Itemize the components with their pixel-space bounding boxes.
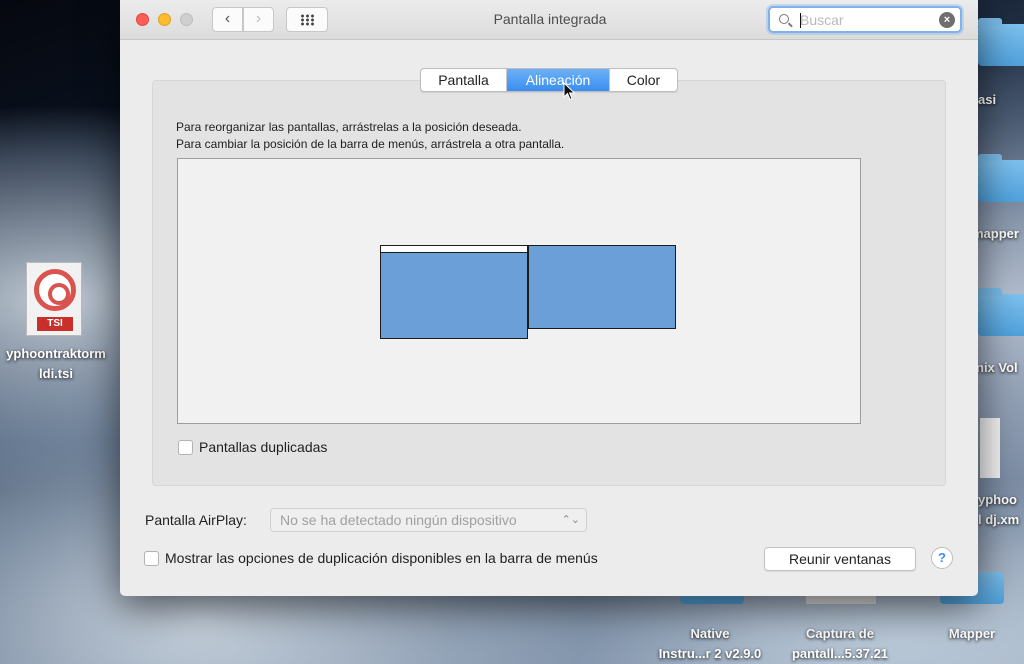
search-input[interactable] (800, 10, 938, 30)
display-arrangement-area[interactable] (177, 158, 861, 424)
desktop-folder-label[interactable]: Mapper (902, 626, 1024, 641)
menu-bar-indicator[interactable] (381, 246, 527, 253)
search-icon (779, 14, 789, 24)
tab-alineacion[interactable]: Alineación (507, 69, 609, 91)
desktop-folder-label[interactable]: nix Vol (976, 360, 1018, 375)
grid-icon (300, 14, 315, 26)
tab-pantalla[interactable]: Pantalla (421, 69, 507, 91)
mirroring-options-checkbox[interactable] (144, 551, 159, 566)
text-caret (800, 13, 801, 28)
preferences-window: ‹ › Pantalla integrada × Pantalla Alinea… (120, 0, 978, 596)
search-field[interactable]: × (768, 6, 962, 33)
display-thumbnail-main[interactable] (380, 245, 528, 339)
desktop-folder-label[interactable]: Native (640, 626, 780, 641)
airplay-selected-value: No se ha detectado ningún dispositivo (280, 512, 517, 528)
desktop-file-label[interactable]: Captura de (770, 626, 910, 641)
back-button[interactable]: ‹ (212, 7, 243, 32)
window-title: Pantalla integrada (493, 11, 607, 27)
desktop-file-label-2[interactable]: ldi.tsi (0, 366, 116, 381)
desktop-file-label[interactable]: l dj.xm (978, 512, 1019, 527)
close-window-button[interactable] (136, 13, 149, 26)
desktop-file-label[interactable]: pantall...5.37.21 (770, 646, 910, 661)
title-bar: ‹ › Pantalla integrada × (120, 0, 978, 40)
desktop-folder-icon[interactable] (978, 18, 1024, 66)
minimize-window-button[interactable] (158, 13, 171, 26)
tsi-tag: TSI (37, 317, 73, 331)
mirroring-options-label: Mostrar las opciones de duplicación disp… (165, 550, 598, 566)
forward-button[interactable]: › (243, 7, 274, 32)
zoom-window-button[interactable] (180, 13, 193, 26)
desktop-file-label[interactable]: yphoontraktorm (0, 346, 116, 361)
tab-color[interactable]: Color (609, 69, 677, 91)
gather-windows-button[interactable]: Reunir ventanas (764, 547, 916, 571)
desktop-folder-label[interactable]: asi (978, 92, 996, 107)
mirror-displays-label: Pantallas duplicadas (199, 439, 328, 455)
mouse-pointer-icon (563, 82, 576, 101)
help-button[interactable]: ? (931, 547, 953, 569)
traktor-logo-icon (34, 269, 76, 311)
menubar-instruction: Para cambiar la posición de la barra de … (176, 137, 565, 151)
desktop-folder-icon[interactable] (978, 154, 1024, 202)
clear-search-icon[interactable]: × (939, 12, 955, 28)
airplay-select[interactable]: No se ha detectado ningún dispositivo ⌃⌄ (270, 508, 587, 532)
tab-bar: Pantalla Alineación Color (420, 68, 678, 92)
chevron-updown-icon: ⌃⌄ (561, 514, 580, 526)
arrange-instruction: Para reorganizar las pantallas, arrástre… (176, 120, 522, 134)
desktop-file-label[interactable]: yphoo (978, 492, 1017, 507)
desktop-folder-icon[interactable] (978, 288, 1024, 336)
airplay-label: Pantalla AirPlay: (145, 512, 247, 528)
desktop-folder-label[interactable]: Instru...r 2 v2.9.0 (640, 646, 780, 661)
show-all-button[interactable] (286, 7, 328, 32)
display-thumbnail-secondary[interactable] (528, 245, 676, 329)
mirror-displays-checkbox[interactable] (178, 440, 193, 455)
desktop-folder-label[interactable]: mapper (972, 226, 1019, 241)
tsi-file-icon[interactable]: TSI (26, 262, 82, 336)
desktop-document-icon[interactable] (980, 418, 1000, 478)
